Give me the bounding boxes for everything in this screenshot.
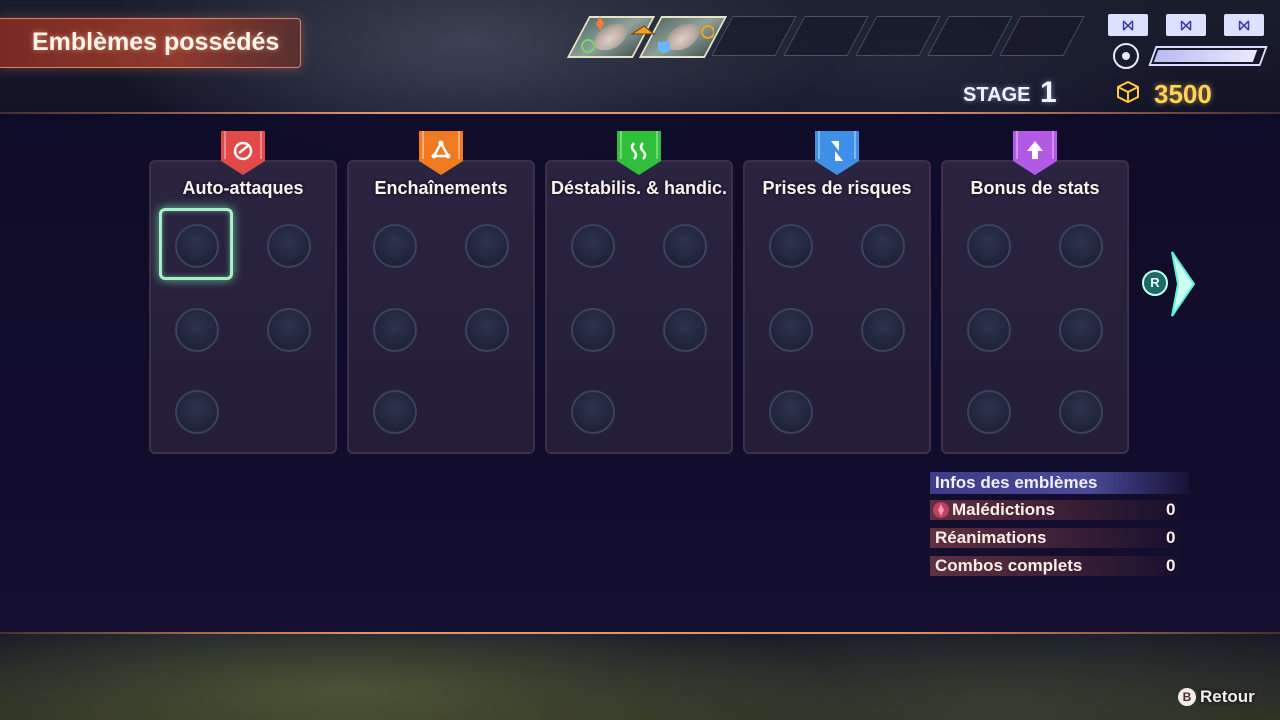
category-banner-2	[419, 131, 463, 175]
hud-chip-2: ⨝	[1166, 14, 1206, 36]
emblem-slot[interactable]	[465, 308, 509, 352]
back-button[interactable]: B Retour	[1178, 687, 1268, 709]
info-row-label: Malédictions	[952, 500, 1055, 519]
attacker-class-icon	[630, 25, 656, 35]
header-divider	[0, 112, 1280, 114]
emblem-slot[interactable]	[967, 308, 1011, 352]
emblem-slot[interactable]	[663, 224, 707, 268]
info-row-value: 0	[1166, 500, 1176, 519]
next-page-arrow-icon[interactable]	[1168, 250, 1198, 318]
gauge-fill	[1153, 50, 1258, 62]
emblem-slot[interactable]	[267, 308, 311, 352]
category-label: Déstabilis. & handic.	[550, 178, 728, 198]
party-slot-empty	[711, 16, 797, 56]
hud-chips: ⨝ ⨝ ⨝	[1108, 14, 1268, 38]
category-label: Prises de risques	[762, 178, 912, 198]
emblem-slot[interactable]	[769, 390, 813, 434]
curse-icon	[933, 502, 949, 518]
stage-label: STAGE	[963, 84, 1031, 106]
emblem-info-header: Infos des emblèmes	[930, 472, 1190, 494]
game-screen: Emblèmes possédés ⨝ ⨝ ⨝ STAGE 1 3500 Aut…	[0, 0, 1280, 720]
category-label: Enchaînements	[374, 178, 508, 198]
emblem-slot[interactable]	[175, 390, 219, 434]
b-button-icon: B	[1178, 688, 1196, 706]
back-label: Retour	[1200, 687, 1255, 706]
emblem-slot[interactable]	[373, 224, 417, 268]
r-button-icon[interactable]: R	[1142, 270, 1168, 296]
party-slot-empty	[855, 16, 941, 56]
emblem-info-title: Infos des emblèmes	[935, 473, 1098, 492]
gauge-bar	[1148, 46, 1268, 66]
category-card-2: Enchaînements	[347, 160, 535, 454]
emblem-slot[interactable]	[663, 308, 707, 352]
defender-class-icon	[658, 42, 670, 53]
party-class-markers	[581, 16, 714, 53]
stage-number: 1	[1040, 76, 1057, 109]
category-card-5: Bonus de stats	[941, 160, 1129, 454]
party-bar	[566, 16, 1086, 58]
info-row-value: 0	[1166, 556, 1176, 575]
category-banner-3	[617, 131, 661, 175]
emblem-slot[interactable]	[967, 224, 1011, 268]
emblem-slot[interactable]	[1059, 308, 1103, 352]
emblem-slot[interactable]	[175, 308, 219, 352]
category-banner-1	[221, 131, 265, 175]
category-card-3: Déstabilis. & handic.	[545, 160, 733, 454]
category-label: Bonus de stats	[970, 178, 1100, 198]
category-card-1: Auto-attaques	[149, 160, 337, 454]
emblem-slot[interactable]	[373, 390, 417, 434]
category-card-4: Prises de risques	[743, 160, 931, 454]
target-icon	[1113, 43, 1139, 69]
category-label: Auto-attaques	[182, 178, 304, 198]
emblem-slot[interactable]	[967, 390, 1011, 434]
fire-icon	[596, 16, 604, 30]
emblem-slot[interactable]	[571, 308, 615, 352]
emblem-slot[interactable]	[465, 224, 509, 268]
emblem-slot[interactable]	[373, 308, 417, 352]
spiral-icon	[701, 25, 714, 39]
emblem-slot[interactable]	[571, 224, 615, 268]
info-row-combos: Combos complets 0	[930, 556, 1180, 576]
emblem-slot[interactable]	[267, 224, 311, 268]
healer-class-icon	[581, 39, 595, 53]
gold-amount: 3500	[1154, 79, 1212, 109]
page-title-box: Emblèmes possédés	[0, 18, 301, 68]
emblem-slot[interactable]	[769, 224, 813, 268]
emblem-slot[interactable]	[861, 308, 905, 352]
category-banner-4	[815, 131, 859, 175]
party-slot-empty	[927, 16, 1013, 56]
page-title: Emblèmes possédés	[32, 28, 280, 56]
info-row-label: Réanimations	[935, 528, 1047, 547]
emblem-slot[interactable]	[571, 390, 615, 434]
info-row-revives: Réanimations 0	[930, 528, 1180, 548]
footer-divider	[0, 632, 1280, 634]
emblem-slot[interactable]	[1059, 390, 1103, 434]
info-row-label: Combos complets	[935, 556, 1083, 575]
hud-chip-3: ⨝	[1224, 14, 1264, 36]
selection-cursor	[159, 208, 233, 280]
party-slot-empty	[783, 16, 869, 56]
gold-cube-icon	[1117, 80, 1139, 104]
hud-chip-1: ⨝	[1108, 14, 1148, 36]
info-row-value: 0	[1166, 528, 1176, 547]
emblem-slot[interactable]	[769, 308, 813, 352]
party-slot-empty	[999, 16, 1085, 56]
info-row-curses: Malédictions 0	[930, 500, 1180, 520]
emblem-slot[interactable]	[1059, 224, 1103, 268]
category-banner-5	[1013, 131, 1057, 175]
emblem-slot[interactable]	[861, 224, 905, 268]
